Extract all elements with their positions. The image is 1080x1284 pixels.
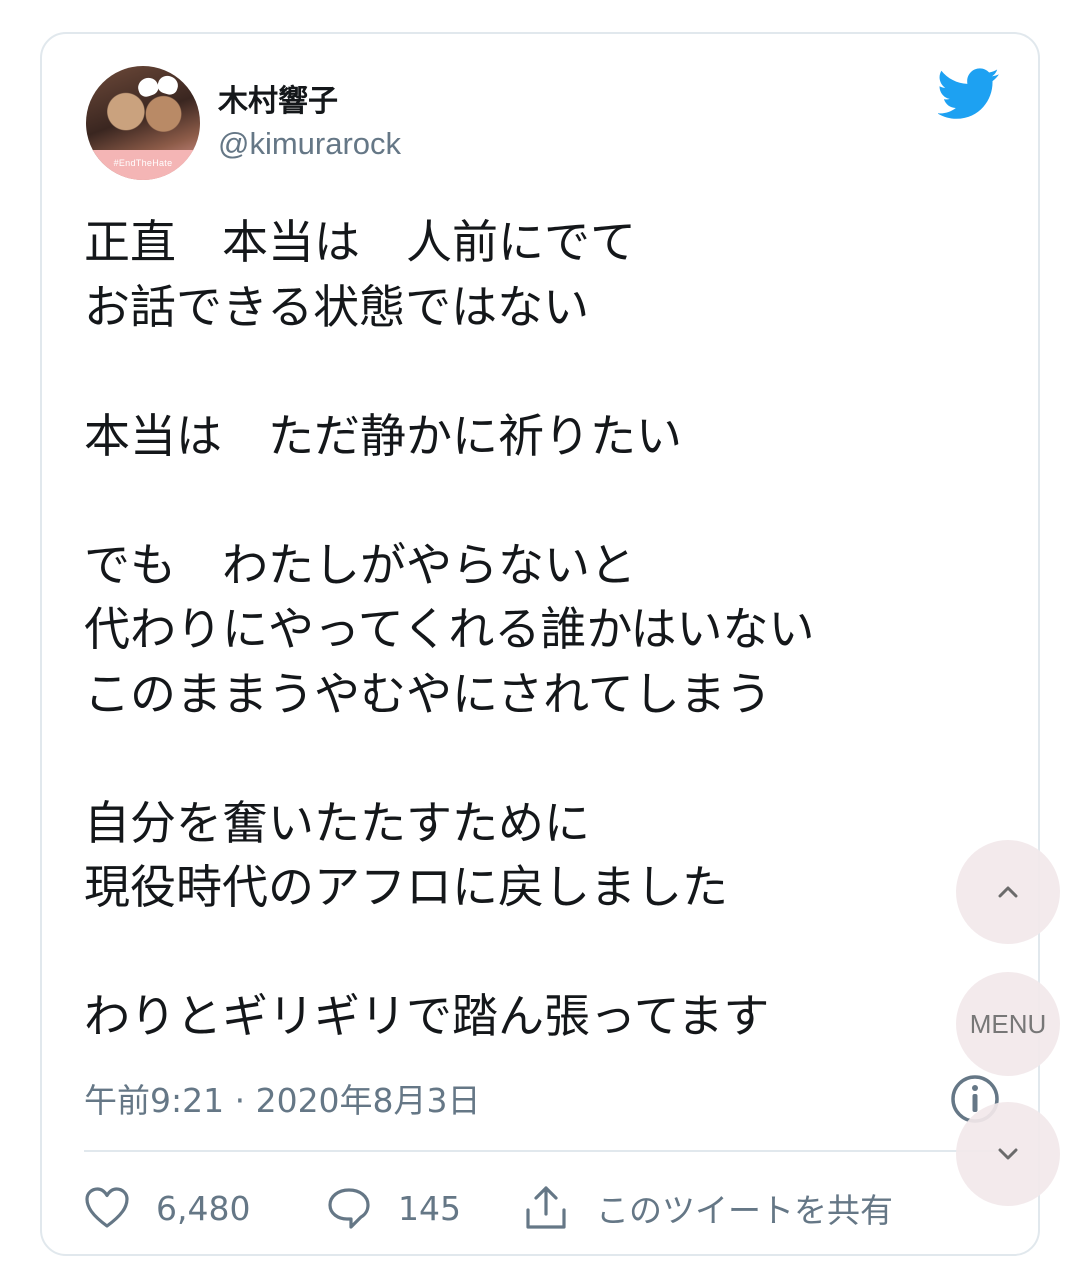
twitter-bird-icon[interactable]: [938, 68, 1000, 120]
reply-count: 145: [398, 1188, 461, 1228]
tweet-line: わりとギリギリで踏ん張ってます: [84, 989, 770, 1043]
tweet-line: でも わたしがやらないと: [84, 537, 636, 592]
share-button[interactable]: このツイートを共有: [522, 1184, 893, 1232]
like-count: 6,480: [156, 1188, 251, 1228]
share-label: このツイートを共有: [596, 1191, 893, 1230]
heart-icon: [85, 1187, 129, 1228]
tweet-line: お話できる状態ではない: [84, 279, 590, 334]
tweet-line: このままうやむやにされてしまう: [84, 666, 772, 721]
menu-button[interactable]: MENU: [956, 972, 1060, 1076]
chevron-up-icon: [998, 886, 1018, 898]
author-name[interactable]: 木村響子: [218, 76, 338, 120]
avatar[interactable]: #EndTheHate: [86, 66, 200, 180]
tweet-text: 正直 本当は 人前にでて お話できる状態ではない 本当は ただ静かに祈りたい で…: [84, 210, 984, 1049]
tweet-line: 正直 本当は 人前にでて: [84, 215, 636, 269]
like-button[interactable]: 6,480: [84, 1184, 250, 1232]
scroll-up-button[interactable]: [956, 840, 1060, 944]
scroll-down-button[interactable]: [956, 1102, 1060, 1206]
reply-button[interactable]: 145: [326, 1184, 461, 1232]
tweet-line: 本当は ただ静かに祈りたい: [84, 408, 682, 463]
speech-bubble-icon: [328, 1188, 370, 1229]
tweet-line: 自分を奮いたたすために: [84, 795, 590, 850]
avatar-filter-ear: [155, 73, 181, 97]
tweet-line: [84, 726, 984, 791]
tweet-line: [84, 339, 984, 404]
author-handle[interactable]: @kimurarock: [218, 126, 401, 162]
tweet-line: 代わりにやってくれる誰かはいない: [84, 602, 815, 656]
tweet-card[interactable]: #EndTheHate 木村響子 @kimurarock 正直 本当は 人前にで…: [40, 32, 1040, 1256]
tweet-line: [84, 468, 984, 533]
chevron-down-icon: [998, 1148, 1018, 1160]
tweet-line: [84, 920, 984, 985]
tweet-line: 現役時代のアフロに戻しました: [84, 860, 728, 914]
share-icon: [526, 1186, 566, 1229]
divider: [84, 1150, 1002, 1152]
avatar-badge: #EndTheHate: [86, 150, 200, 180]
tweet-timestamp[interactable]: 午前9:21 · 2020年8月3日: [84, 1074, 481, 1122]
menu-label: MENU: [969, 1008, 1047, 1039]
